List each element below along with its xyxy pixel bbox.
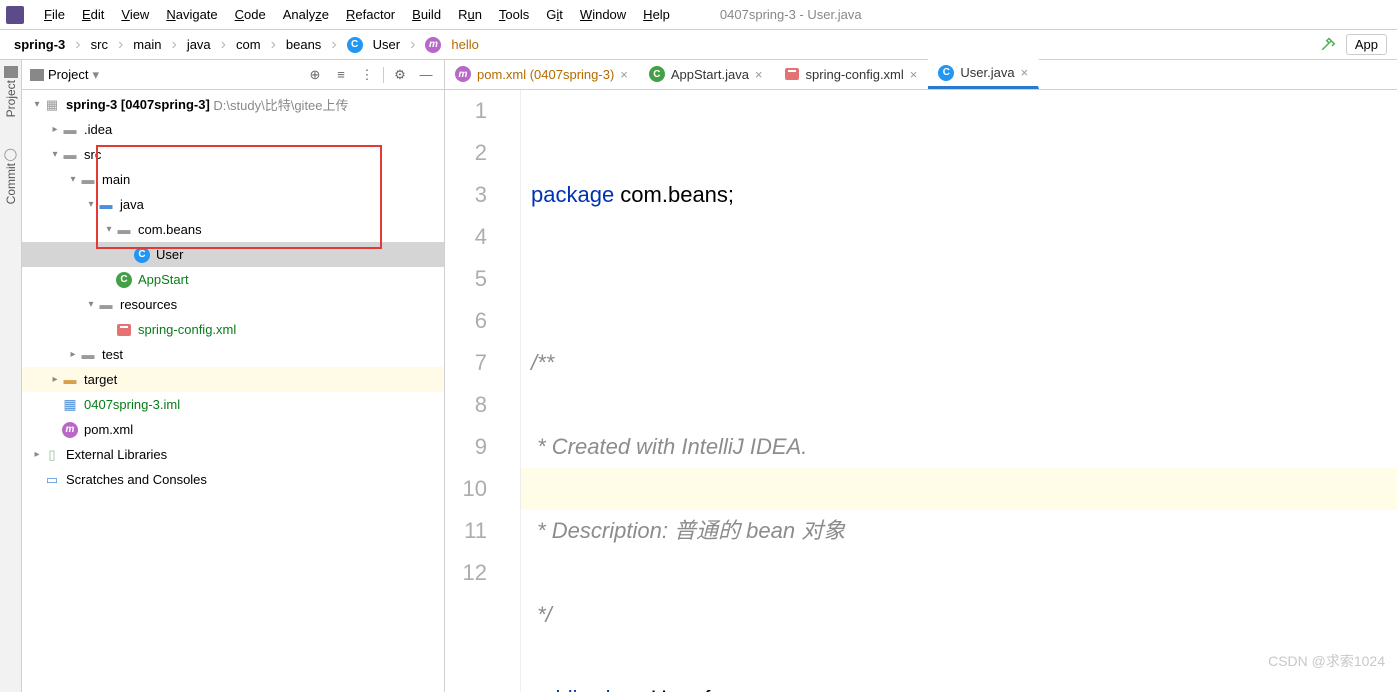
class-icon: C [938,65,954,81]
tree-user[interactable]: ▸ C User [22,242,444,267]
tab-springconfig[interactable]: spring-config.xml × [774,59,929,89]
tree-main[interactable]: ▾ ▬ main [22,167,444,192]
app-icon [6,6,24,24]
run-config-selector[interactable]: App [1346,34,1387,55]
project-panel-header: Project ▾ ⊕ ≡ ⋮ ⚙ — [22,60,444,90]
crumb-java[interactable]: java [183,35,215,54]
menu-help[interactable]: Help [636,5,677,24]
tree-test[interactable]: ▸ ▬ test [22,342,444,367]
tree-iml[interactable]: ▸ ▦ 0407spring-3.iml [22,392,444,417]
commit-tool-button[interactable]: ◯ Commit [4,147,18,204]
tree-target[interactable]: ▸ ▬ target [22,367,444,392]
tree-src[interactable]: ▾ ▬ src [22,142,444,167]
expand-all-icon[interactable]: ≡ [331,65,351,85]
tab-user[interactable]: C User.java × [928,59,1039,89]
xml-file-icon [784,66,800,82]
tree-scratches[interactable]: ▸ ▭ Scratches and Consoles [22,467,444,492]
build-icon[interactable] [1320,34,1338,55]
tool-window-bar-left: Project ◯ Commit [0,60,22,692]
project-tree[interactable]: ▾ ▦ spring-3 [0407spring-3] D:\study\比特\… [22,90,444,692]
breadcrumbs[interactable]: spring-3› src› main› java› com› beans› C… [10,35,483,55]
tab-pom[interactable]: m pom.xml (0407spring-3) × [445,59,639,89]
editor-tabs: m pom.xml (0407spring-3) × C AppStart.ja… [445,60,1397,90]
tree-springconfig[interactable]: ▸ spring-config.xml [22,317,444,342]
package-icon: ▬ [116,222,132,238]
maven-file-icon: m [62,422,78,438]
navigation-bar: spring-3› src› main› java› com› beans› C… [0,30,1397,60]
tree-combeans[interactable]: ▾ ▬ com.beans [22,217,444,242]
project-view-selector[interactable]: Project ▾ [30,67,99,83]
close-icon[interactable]: × [1021,65,1029,80]
close-icon[interactable]: × [755,67,763,82]
menu-window[interactable]: Window [573,5,633,24]
tab-appstart[interactable]: C AppStart.java × [639,59,774,89]
menu-refactor[interactable]: Refactor [339,5,402,24]
code-editor[interactable]: 123 456 789 101112 package com.beans; /*… [445,90,1397,692]
maven-file-icon: m [455,66,471,82]
menu-file[interactable]: File [37,5,72,24]
menu-view[interactable]: View [114,5,156,24]
class-runnable-icon: C [649,66,665,82]
module-icon: ▦ [44,97,60,113]
crumb-beans[interactable]: beans [282,35,325,54]
iml-file-icon: ▦ [62,397,78,413]
class-runnable-icon: C [116,272,132,288]
tree-appstart[interactable]: ▸ C AppStart [22,267,444,292]
menu-git[interactable]: Git [539,5,570,24]
tree-resources[interactable]: ▾ ▬ resources [22,292,444,317]
window-title: 0407spring-3 - User.java [720,7,862,22]
menu-analyze[interactable]: Analyze [276,5,336,24]
crumb-user[interactable]: CUser [343,35,404,55]
folder-icon: ▬ [62,147,78,163]
resources-folder-icon: ▬ [98,297,114,313]
method-icon: m [425,37,441,53]
close-icon[interactable]: × [910,67,918,82]
project-panel: Project ▾ ⊕ ≡ ⋮ ⚙ — ▾ ▦ spring-3 [0407sp… [22,60,445,692]
folder-icon: ▬ [62,122,78,138]
crumb-root[interactable]: spring-3 [10,35,69,54]
close-icon[interactable]: × [620,67,628,82]
select-opened-file-icon[interactable]: ⊕ [305,65,325,85]
code-content[interactable]: package com.beans; /** * Created with In… [521,90,1397,692]
crumb-hello[interactable]: mhello [421,35,482,55]
folder-icon: ▬ [80,347,96,363]
tree-idea[interactable]: ▸ ▬ .idea [22,117,444,142]
collapse-all-icon[interactable]: ⋮ [357,65,377,85]
tree-pom[interactable]: ▸ m pom.xml [22,417,444,442]
crumb-src[interactable]: src [87,35,112,54]
xml-file-icon [116,322,132,338]
menu-edit[interactable]: Edit [75,5,111,24]
menu-tools[interactable]: Tools [492,5,536,24]
fold-gutter[interactable] [501,90,521,692]
menu-code[interactable]: Code [228,5,273,24]
tree-java[interactable]: ▾ ▬ java [22,192,444,217]
menu-navigate[interactable]: Navigate [159,5,224,24]
class-icon: C [347,37,363,53]
tree-root[interactable]: ▾ ▦ spring-3 [0407spring-3] D:\study\比特\… [22,92,444,117]
class-icon: C [134,247,150,263]
menu-build[interactable]: Build [405,5,448,24]
crumb-main[interactable]: main [129,35,165,54]
tree-external-libraries[interactable]: ▸ ▯ External Libraries [22,442,444,467]
settings-icon[interactable]: ⚙ [390,65,410,85]
libraries-icon: ▯ [44,447,60,463]
editor-area: m pom.xml (0407spring-3) × C AppStart.ja… [445,60,1397,692]
source-folder-icon: ▬ [98,197,114,213]
excluded-folder-icon: ▬ [62,372,78,388]
watermark: CSDN @求索1024 [1268,640,1385,682]
folder-icon: ▬ [80,172,96,188]
menu-run[interactable]: Run [451,5,489,24]
hide-panel-icon[interactable]: — [416,65,436,85]
scratches-icon: ▭ [44,472,60,488]
line-number-gutter: 123 456 789 101112 [445,90,501,692]
project-tool-button[interactable]: Project [4,66,18,117]
menu-bar: File Edit View Navigate Code Analyze Ref… [0,0,1397,30]
crumb-com[interactable]: com [232,35,265,54]
